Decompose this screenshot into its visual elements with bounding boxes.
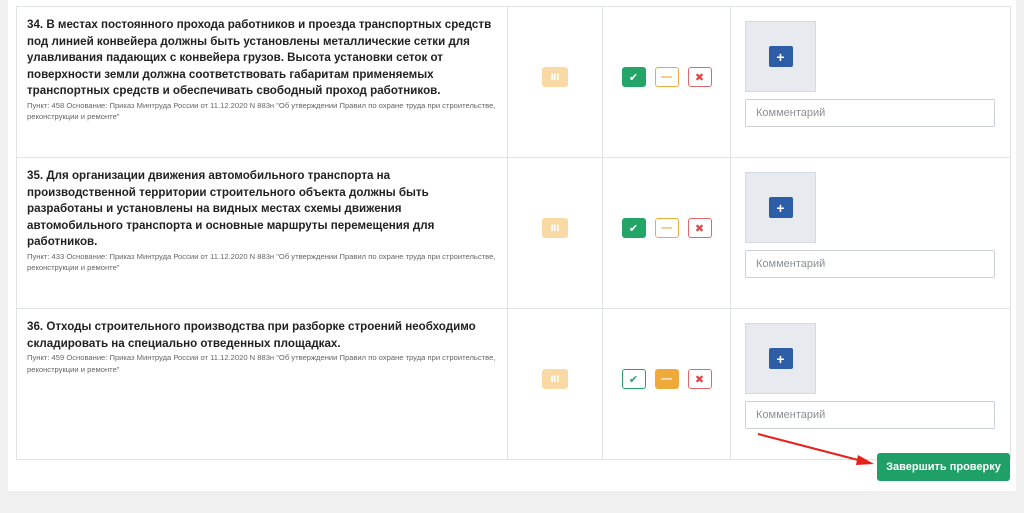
plus-icon: + bbox=[776, 48, 785, 65]
plus-icon: + bbox=[776, 199, 785, 216]
table-row: 36. Отходы строительного производства пр… bbox=[16, 308, 1011, 460]
cross-icon: ✖ bbox=[694, 373, 705, 386]
plus-icon: + bbox=[776, 350, 785, 367]
minus-icon: — bbox=[661, 373, 672, 385]
photo-upload-area[interactable]: + bbox=[745, 21, 816, 92]
question-title: 36. Отходы строительного производства пр… bbox=[27, 320, 476, 350]
answer-partial-button[interactable]: — bbox=[654, 67, 679, 87]
question-cell: 35. Для организации движения автомобильн… bbox=[16, 157, 508, 309]
check-icon: ✔ bbox=[628, 222, 639, 235]
photo-upload-area[interactable]: + bbox=[745, 172, 816, 243]
question-title: 35. Для организации движения автомобильн… bbox=[27, 169, 435, 249]
question-cell: 36. Отходы строительного производства пр… bbox=[16, 308, 508, 460]
table-row: 35. Для организации движения автомобильн… bbox=[16, 157, 1011, 309]
check-icon: ✔ bbox=[628, 373, 639, 386]
add-photo-button[interactable]: + bbox=[768, 348, 793, 369]
answer-no-button[interactable]: ✖ bbox=[687, 67, 712, 87]
answer-cell: ✔ — ✖ bbox=[602, 6, 731, 158]
attachment-cell: + bbox=[730, 308, 1011, 460]
comment-input[interactable] bbox=[745, 99, 995, 127]
answer-yes-button[interactable]: ✔ bbox=[621, 67, 646, 87]
question-source: Пункт: 433 Основание: Приказ Минтруда Ро… bbox=[27, 251, 496, 273]
minus-icon: — bbox=[661, 71, 672, 83]
question-title: 34. В местах постоянного прохода работни… bbox=[27, 18, 492, 98]
attachment-cell: + bbox=[730, 157, 1011, 309]
checklist-table: 34. В местах постоянного прохода работни… bbox=[16, 6, 1011, 460]
add-photo-button[interactable]: + bbox=[768, 197, 793, 218]
answer-partial-button[interactable]: — bbox=[654, 218, 679, 238]
badge-cell: ⅡⅠ bbox=[507, 6, 603, 158]
answer-partial-button[interactable]: — bbox=[654, 369, 679, 389]
comment-input[interactable] bbox=[745, 250, 995, 278]
bars-icon: ⅡⅠ bbox=[542, 218, 568, 238]
answer-yes-button[interactable]: ✔ bbox=[621, 369, 646, 389]
minus-icon: — bbox=[661, 222, 672, 234]
add-photo-button[interactable]: + bbox=[768, 46, 793, 67]
table-row: 34. В местах постоянного прохода работни… bbox=[16, 6, 1011, 158]
bars-icon: ⅡⅠ bbox=[542, 67, 568, 87]
question-source: Пункт: 458 Основание: Приказ Минтруда Ро… bbox=[27, 100, 496, 122]
photo-upload-area[interactable]: + bbox=[745, 323, 816, 394]
bars-icon: ⅡⅠ bbox=[542, 369, 568, 389]
check-icon: ✔ bbox=[628, 71, 639, 84]
question-cell: 34. В местах постоянного прохода работни… bbox=[16, 6, 508, 158]
finish-check-button[interactable]: Завершить проверку bbox=[877, 453, 1010, 481]
answer-no-button[interactable]: ✖ bbox=[687, 369, 712, 389]
attachment-cell: + bbox=[730, 6, 1011, 158]
cross-icon: ✖ bbox=[694, 71, 705, 84]
comment-input[interactable] bbox=[745, 401, 995, 429]
answer-cell: ✔ — ✖ bbox=[602, 157, 731, 309]
badge-cell: ⅡⅠ bbox=[507, 157, 603, 309]
answer-cell: ✔ — ✖ bbox=[602, 308, 731, 460]
answer-no-button[interactable]: ✖ bbox=[687, 218, 712, 238]
question-source: Пункт: 459 Основание: Приказ Минтруда Ро… bbox=[27, 353, 496, 374]
cross-icon: ✖ bbox=[694, 222, 705, 235]
answer-yes-button[interactable]: ✔ bbox=[621, 218, 646, 238]
badge-cell: ⅡⅠ bbox=[507, 308, 603, 460]
